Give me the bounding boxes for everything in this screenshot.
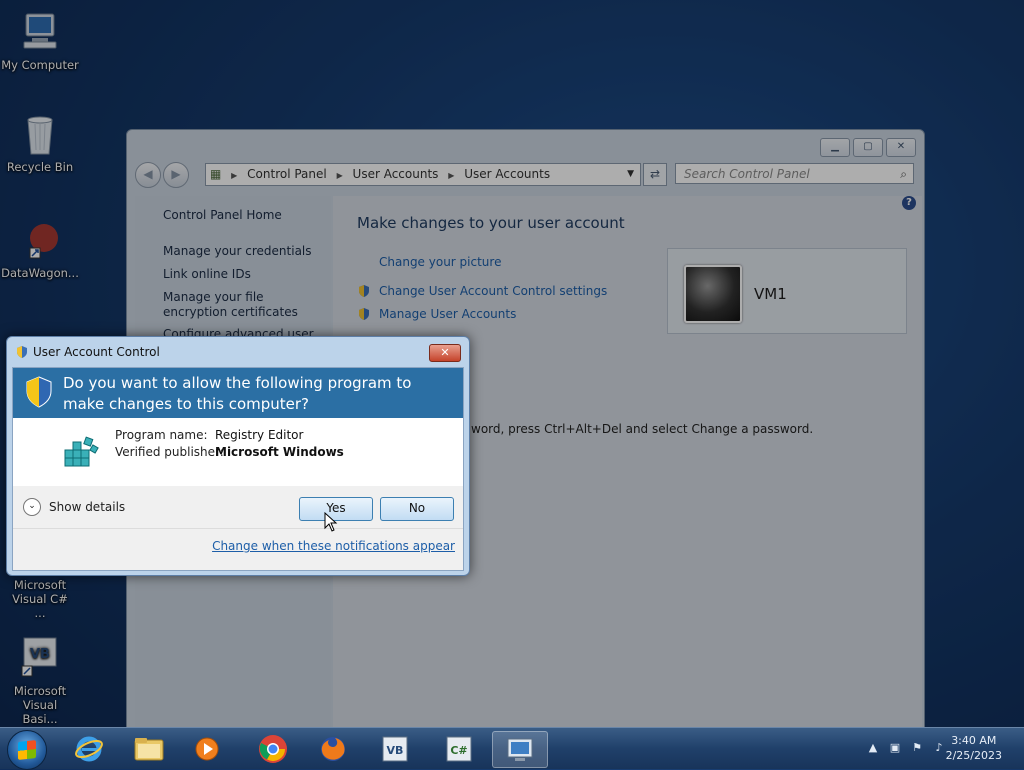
firefox-icon (321, 736, 345, 761)
taskbar-chrome[interactable] (246, 731, 300, 766)
taskbar: VB C# ▲ ▣ ⚑ ♪ 3:40 AM 2/25/2023 (0, 727, 1024, 770)
program-info: Program name: Registry Editor Verified p… (13, 418, 463, 486)
dialog-close-button[interactable]: ✕ (429, 344, 461, 362)
visual-csharp-icon: C# (446, 736, 472, 761)
dialog-footer: ⌄ Show details Yes No Change when these … (13, 486, 463, 570)
mouse-cursor-icon (324, 512, 338, 532)
internet-explorer-icon (75, 736, 103, 761)
program-name-label: Program name: (115, 428, 208, 442)
taskbar-internet-explorer[interactable] (62, 731, 116, 766)
control-panel-icon (507, 738, 533, 761)
uac-shield-icon (17, 346, 27, 358)
publisher-value: Microsoft Windows (215, 445, 344, 459)
clock[interactable]: 3:40 AM 2/25/2023 (946, 733, 1002, 763)
chrome-icon (259, 734, 287, 763)
uac-shield-icon (26, 376, 52, 408)
clock-date: 2/25/2023 (945, 749, 1002, 762)
publisher-label: Verified publisher: (115, 445, 224, 459)
taskbar-visual-csharp[interactable]: C# (432, 731, 486, 766)
footer-divider (13, 528, 463, 529)
dialog-title: User Account Control (33, 345, 160, 359)
registry-editor-icon (64, 436, 99, 467)
dialog-banner: Do you want to allow the following progr… (13, 368, 463, 418)
taskbar-firefox[interactable] (306, 731, 360, 766)
show-details-toggle[interactable]: ⌄ Show details (23, 498, 125, 516)
show-details-label: Show details (49, 500, 126, 514)
dialog-body: Do you want to allow the following progr… (12, 367, 464, 571)
folder-icon (134, 737, 164, 760)
svg-text:VB: VB (387, 744, 404, 757)
media-player-icon (195, 737, 219, 760)
taskbar-control-panel[interactable] (492, 731, 548, 768)
dialog-question: Do you want to allow the following progr… (63, 374, 412, 413)
system-tray: ▲ ▣ ⚑ ♪ 3:40 AM 2/25/2023 (844, 728, 1024, 769)
windows-logo-icon (18, 740, 36, 760)
taskbar-file-explorer[interactable] (122, 731, 176, 766)
taskbar-visual-basic[interactable]: VB (368, 731, 422, 766)
network-icon[interactable]: ▣ (888, 741, 902, 755)
close-icon: ✕ (440, 346, 450, 359)
volume-icon[interactable]: ♪ (932, 741, 946, 755)
change-notifications-link[interactable]: Change when these notifications appear (212, 539, 455, 553)
chevron-down-icon: ⌄ (23, 498, 41, 516)
svg-text:C#: C# (450, 744, 467, 757)
no-button[interactable]: No (380, 497, 454, 521)
program-name-value: Registry Editor (215, 428, 304, 442)
uac-dialog: User Account Control ✕ Do you want to al… (6, 336, 470, 576)
start-button[interactable] (7, 730, 47, 770)
show-hidden-icons-icon[interactable]: ▲ (866, 741, 880, 755)
visual-basic-icon: VB (382, 736, 408, 761)
action-center-flag-icon[interactable]: ⚑ (910, 741, 924, 755)
taskbar-media-player[interactable] (180, 731, 234, 766)
clock-time: 3:40 AM (951, 734, 997, 747)
